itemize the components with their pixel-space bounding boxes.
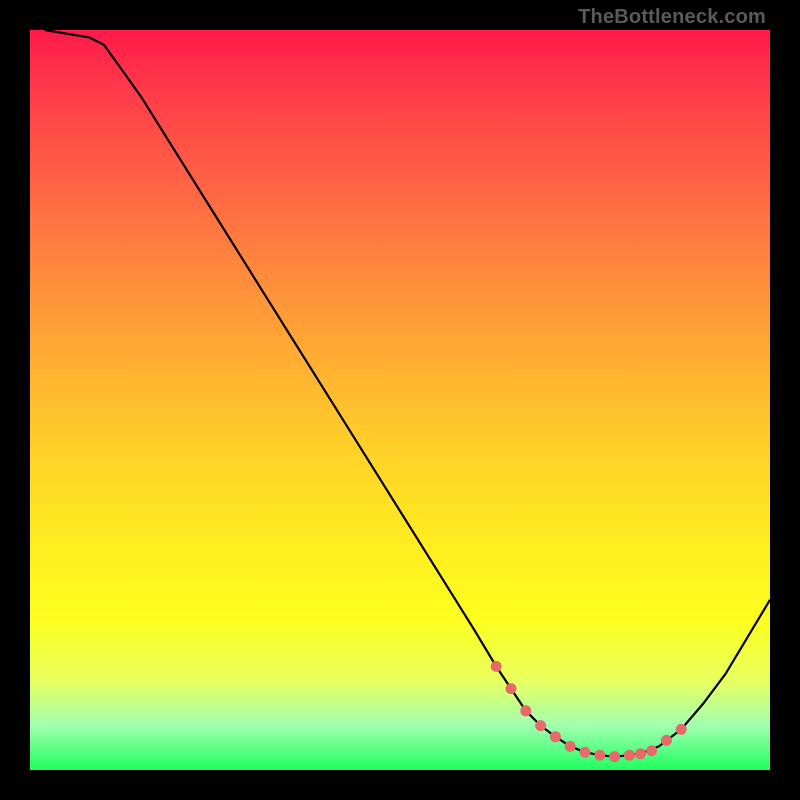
marker-dot [506, 683, 517, 694]
marker-dot [676, 724, 687, 735]
plot-area [30, 30, 770, 770]
marker-dot [646, 745, 657, 756]
marker-dot [635, 748, 646, 759]
chart-svg [30, 30, 770, 770]
marker-dot [580, 747, 591, 758]
marker-dot [661, 735, 672, 746]
chart-frame: TheBottleneck.com [0, 0, 800, 800]
marker-dot [550, 731, 561, 742]
marker-dot [520, 705, 531, 716]
bottleneck-curve [45, 30, 770, 757]
watermark-text: TheBottleneck.com [578, 6, 766, 29]
marker-dot [491, 661, 502, 672]
marker-dot [594, 750, 605, 761]
marker-dot [624, 750, 635, 761]
marker-dot [609, 751, 620, 762]
marker-dot [565, 741, 576, 752]
marker-dot [535, 720, 546, 731]
